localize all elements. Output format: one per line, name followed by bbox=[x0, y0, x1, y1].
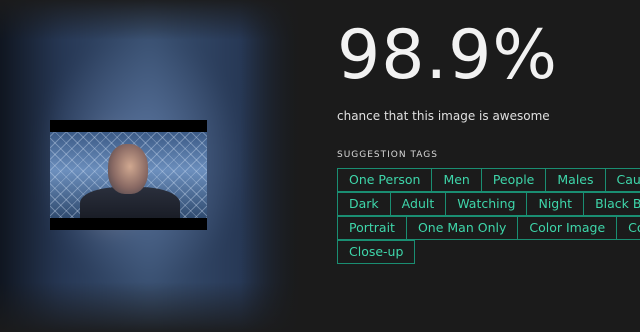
suggestion-tag[interactable]: Black B bbox=[583, 192, 640, 216]
suggestion-tag[interactable]: Close-up bbox=[337, 240, 416, 264]
tag-row: PortraitOne Man OnlyColor ImageCo bbox=[337, 216, 640, 240]
suggestion-tag[interactable]: Watching bbox=[445, 192, 528, 216]
backdrop-fade-right bbox=[240, 0, 300, 332]
score-subtitle: chance that this image is awesome bbox=[337, 109, 550, 123]
suggestion-tags-heading: SUGGESTION TAGS bbox=[337, 150, 438, 160]
suggestion-tag[interactable]: One Man Only bbox=[405, 216, 519, 240]
suggestion-tag[interactable]: Night bbox=[526, 192, 585, 216]
suggestion-tag[interactable]: Cau bbox=[604, 168, 640, 192]
suggestion-tag[interactable]: Adult bbox=[389, 192, 447, 216]
suggestion-tag[interactable]: Color Image bbox=[517, 216, 618, 240]
image-thumbnail bbox=[50, 120, 207, 230]
suggestion-tag[interactable]: Men bbox=[431, 168, 482, 192]
tag-row: One Person Men People Males Cau bbox=[337, 168, 640, 192]
suggestion-tags-grid: One Person Men People Males Cau Dark Adult Watc… bbox=[337, 168, 640, 264]
suggestion-tag[interactable]: People bbox=[480, 168, 547, 192]
awesomeness-score: 98.9% bbox=[337, 16, 559, 95]
person-head bbox=[108, 144, 148, 194]
suggestion-tag[interactable]: Males bbox=[545, 168, 606, 192]
suggestion-tag[interactable]: Dark bbox=[337, 192, 391, 216]
tag-row: Dark Adult Watching Night Black B bbox=[337, 192, 640, 216]
suggestion-tag[interactable]: One Person bbox=[337, 168, 433, 192]
thumbnail-frame bbox=[50, 132, 207, 218]
tag-row: Close-up bbox=[337, 240, 640, 264]
suggestion-tag[interactable]: Portrait bbox=[337, 216, 407, 240]
suggestion-tag[interactable]: Co bbox=[616, 216, 640, 240]
